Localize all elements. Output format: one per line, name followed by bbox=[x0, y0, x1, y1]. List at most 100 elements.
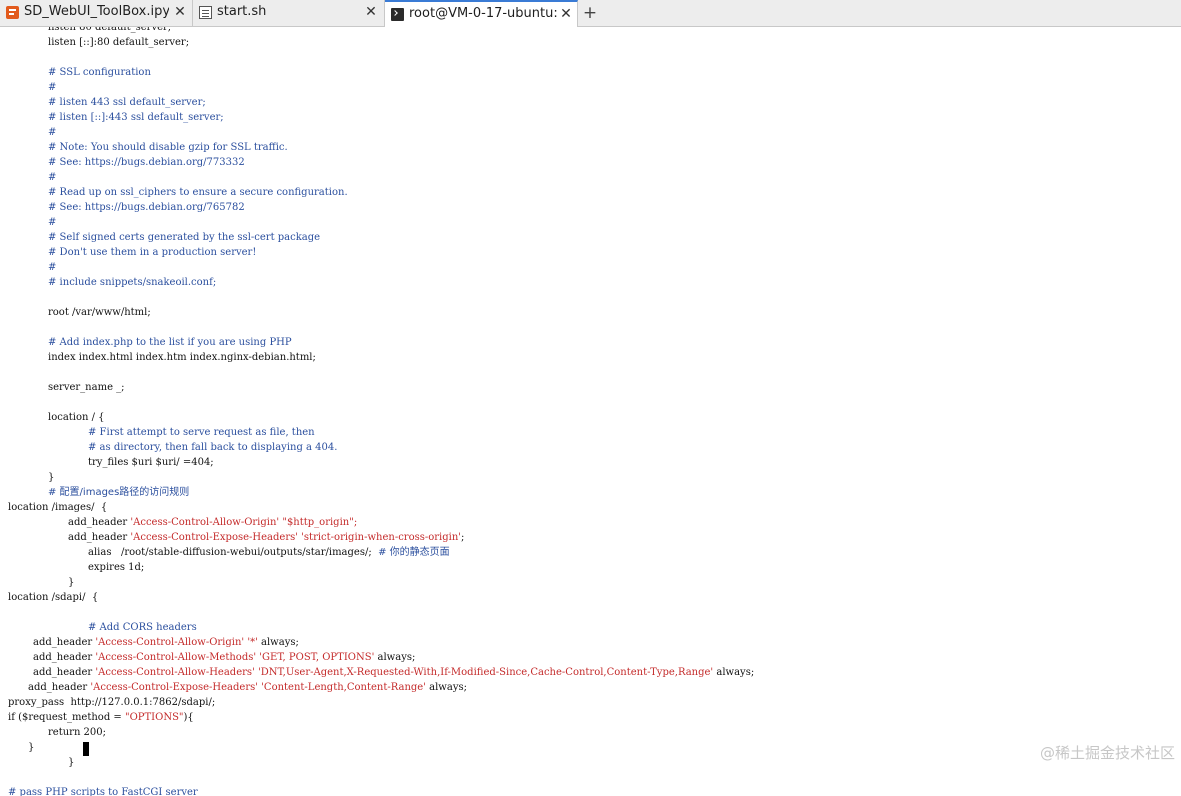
tab-notebook[interactable]: SD_WebUI_ToolBox.ipynb ✕ bbox=[0, 0, 193, 26]
code-text: } bbox=[68, 577, 75, 588]
terminal-cursor bbox=[83, 742, 89, 756]
code-text: index index.html index.htm index.nginx-d… bbox=[48, 352, 316, 363]
terminal-line: # Don't use them in a production server! bbox=[48, 246, 256, 261]
code-comment: # Self signed certs generated by the ssl… bbox=[48, 232, 321, 243]
terminal-icon bbox=[391, 8, 404, 21]
terminal-output[interactable]: listen 80 default_server;listen [::]:80 … bbox=[0, 27, 1181, 796]
terminal-line: listen [::]:80 default_server; bbox=[48, 36, 189, 51]
code-comment: # Read up on ssl_ciphers to ensure a sec… bbox=[48, 187, 348, 198]
terminal-line: server_name _; bbox=[48, 381, 125, 396]
terminal-line: if ($request_method = "OPTIONS"){ bbox=[8, 711, 194, 726]
notebook-icon bbox=[6, 6, 19, 19]
code-comment: # bbox=[48, 82, 57, 93]
terminal-line: # Add index.php to the list if you are u… bbox=[48, 336, 292, 351]
close-icon[interactable]: ✕ bbox=[363, 3, 379, 21]
code-text: ; bbox=[461, 532, 465, 543]
code-text: root /var/www/html; bbox=[48, 307, 151, 318]
terminal-line: # pass PHP scripts to FastCGI server bbox=[8, 786, 198, 796]
terminal-line: add_header 'Access-Control-Allow-Headers… bbox=[33, 666, 754, 681]
code-string: "OPTIONS" bbox=[124, 712, 184, 723]
code-comment: # See: https://bugs.debian.org/765782 bbox=[48, 202, 245, 213]
code-text: add_header bbox=[28, 682, 91, 693]
terminal-line: listen 80 default_server; bbox=[48, 27, 171, 36]
code-text: } bbox=[68, 757, 75, 768]
terminal-line: add_header 'Access-Control-Allow-Methods… bbox=[33, 651, 415, 666]
code-text: } bbox=[48, 472, 55, 483]
tab-start-sh[interactable]: start.sh ✕ bbox=[193, 0, 385, 26]
code-text: } bbox=[28, 742, 35, 753]
code-comment: # First attempt to serve request as file… bbox=[88, 427, 315, 438]
terminal-line: # listen [::]:443 ssl default_server; bbox=[48, 111, 224, 126]
code-comment: # 你的静态页面 bbox=[378, 547, 450, 558]
code-comment: # Add index.php to the list if you are u… bbox=[48, 337, 292, 348]
terminal-line: proxy_pass http://127.0.0.1:7862/sdapi/; bbox=[8, 696, 215, 711]
code-text: return 200; bbox=[48, 727, 107, 738]
code-string: 'Access-Control-Expose-Headers' 'Content… bbox=[90, 682, 426, 693]
terminal-line: # Add CORS headers bbox=[88, 621, 197, 636]
code-comment: # Note: You should disable gzip for SSL … bbox=[48, 142, 288, 153]
terminal-line: location /images/ { bbox=[8, 501, 107, 516]
code-comment: # 配置/images路径的访问规则 bbox=[48, 487, 190, 498]
code-text: always; bbox=[713, 667, 755, 678]
code-text: ){ bbox=[183, 712, 194, 723]
terminal-line: # include snippets/snakeoil.conf; bbox=[48, 276, 216, 291]
code-text: server_name _; bbox=[48, 382, 125, 393]
terminal-line: alias /root/stable-diffusion-webui/outpu… bbox=[88, 546, 450, 561]
terminal-line: # bbox=[48, 81, 56, 96]
terminal-line: add_header 'Access-Control-Allow-Origin'… bbox=[33, 636, 299, 651]
code-comment: # bbox=[48, 262, 57, 273]
terminal-line: add_header 'Access-Control-Expose-Header… bbox=[68, 531, 464, 546]
code-text: location /images/ { bbox=[8, 502, 108, 513]
code-text: add_header bbox=[33, 652, 96, 663]
code-text: add_header bbox=[33, 637, 96, 648]
terminal-line: } bbox=[68, 576, 74, 591]
code-comment: # See: https://bugs.debian.org/773332 bbox=[48, 157, 245, 168]
code-text: listen [::]:80 default_server; bbox=[48, 37, 190, 48]
code-comment: # listen [::]:443 ssl default_server; bbox=[48, 112, 224, 123]
close-icon[interactable]: ✕ bbox=[558, 5, 574, 23]
terminal-line: add_header 'Access-Control-Expose-Header… bbox=[28, 681, 467, 696]
code-text: add_header bbox=[68, 517, 131, 528]
terminal-line: # First attempt to serve request as file… bbox=[88, 426, 315, 441]
code-text: alias /root/stable-diffusion-webui/outpu… bbox=[88, 547, 379, 558]
close-icon[interactable]: ✕ bbox=[172, 3, 188, 21]
terminal-line: location / { bbox=[48, 411, 105, 426]
code-comment: # listen 443 ssl default_server; bbox=[48, 97, 206, 108]
terminal-line: # 配置/images路径的访问规则 bbox=[48, 486, 189, 501]
terminal-line: return 200; bbox=[48, 726, 106, 741]
terminal-line: # bbox=[48, 216, 56, 231]
watermark: @稀土掘金技术社区 bbox=[1039, 744, 1175, 762]
code-string: 'Access-Control-Allow-Origin' "$http_ori… bbox=[130, 517, 358, 528]
terminal-line: expires 1d; bbox=[88, 561, 144, 576]
code-text: always; bbox=[374, 652, 416, 663]
tab-bar: SD_WebUI_ToolBox.ipynb ✕ start.sh ✕ root… bbox=[0, 0, 1181, 27]
code-text: location / { bbox=[48, 412, 105, 423]
code-string: 'Access-Control-Allow-Origin' '*' bbox=[95, 637, 258, 648]
code-text: listen 80 default_server; bbox=[48, 27, 172, 33]
code-text: expires 1d; bbox=[88, 562, 145, 573]
terminal-line: # SSL configuration bbox=[48, 66, 151, 81]
tab-label: root@VM-0-17-ubuntu: ~, bbox=[409, 6, 559, 21]
code-string: 'Access-Control-Allow-Headers' 'DNT,User… bbox=[95, 667, 714, 678]
terminal-line: # bbox=[48, 261, 56, 276]
terminal-line: } bbox=[28, 741, 34, 756]
code-comment: # bbox=[48, 217, 57, 228]
code-comment: # as directory, then fall back to displa… bbox=[88, 442, 338, 453]
code-comment: # bbox=[48, 172, 57, 183]
code-text: add_header bbox=[33, 667, 96, 678]
terminal-line: location /sdapi/ { bbox=[8, 591, 98, 606]
tab-terminal[interactable]: root@VM-0-17-ubuntu: ~, ✕ bbox=[385, 0, 578, 27]
code-comment: # Don't use them in a production server! bbox=[48, 247, 257, 258]
code-text: if ($request_method = bbox=[8, 712, 125, 723]
terminal-line: } bbox=[68, 756, 74, 771]
code-comment: # Add CORS headers bbox=[88, 622, 197, 633]
terminal-line: # bbox=[48, 171, 56, 186]
code-comment: # include snippets/snakeoil.conf; bbox=[48, 277, 217, 288]
code-string: 'Access-Control-Allow-Methods' 'GET, POS… bbox=[95, 652, 375, 663]
terminal-line: # listen 443 ssl default_server; bbox=[48, 96, 206, 111]
tab-label: SD_WebUI_ToolBox.ipynb bbox=[24, 4, 169, 19]
new-tab-button[interactable]: + bbox=[580, 3, 600, 23]
code-text: always; bbox=[257, 637, 299, 648]
terminal-line: # Read up on ssl_ciphers to ensure a sec… bbox=[48, 186, 348, 201]
code-string: 'Access-Control-Expose-Headers' 'strict-… bbox=[130, 532, 462, 543]
